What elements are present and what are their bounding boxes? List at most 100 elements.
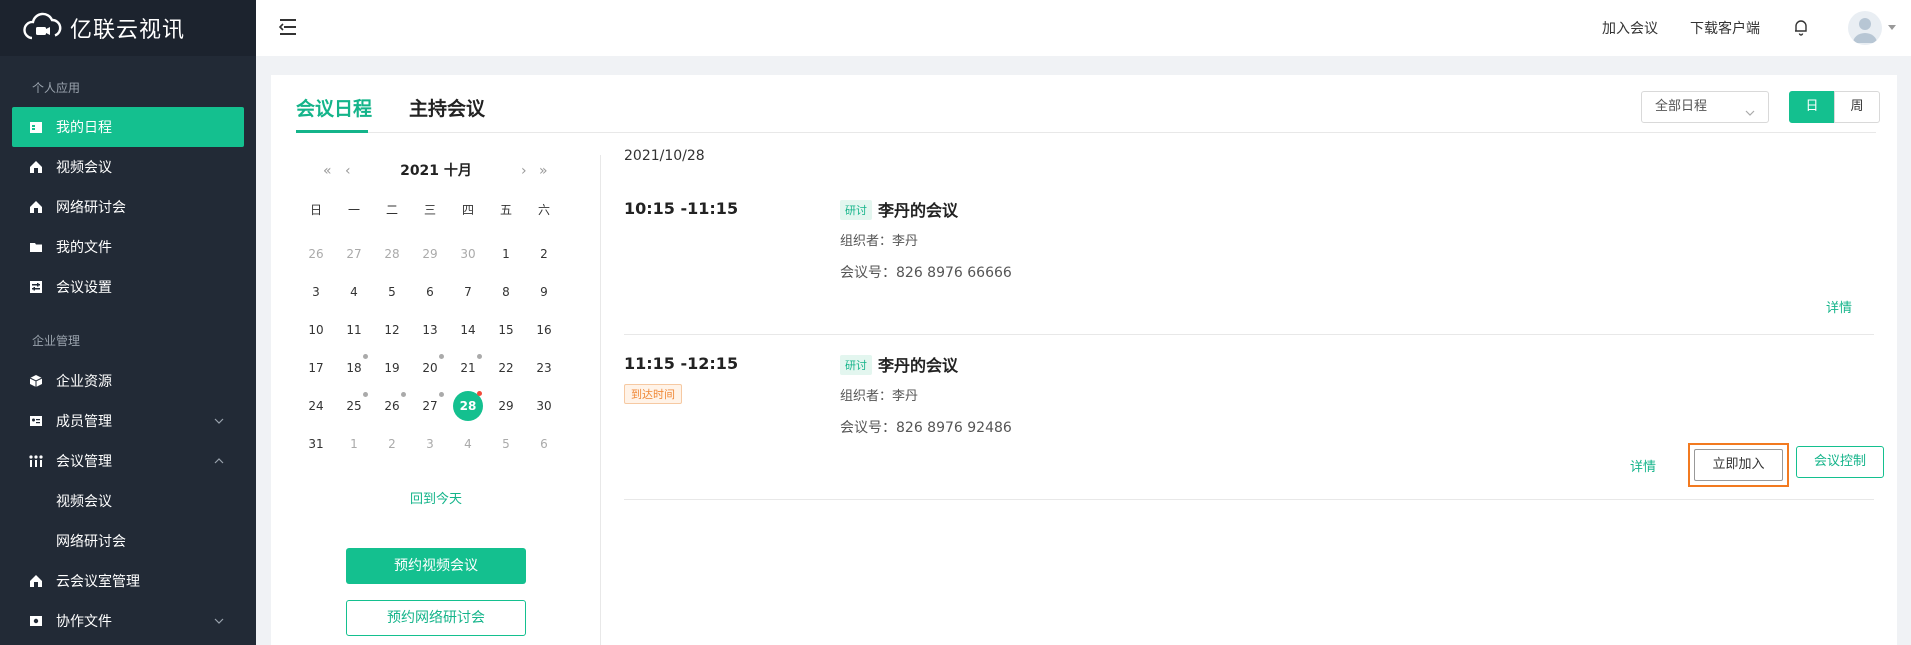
- calendar-day[interactable]: 2: [377, 429, 407, 459]
- meeting-organizer: 组织者：李丹: [840, 234, 919, 249]
- calendar-day[interactable]: 28: [377, 239, 407, 269]
- next-year-icon[interactable]: »: [539, 159, 548, 183]
- next-month-icon[interactable]: ›: [521, 159, 527, 183]
- calendar-day[interactable]: 15: [491, 315, 521, 345]
- calendar-day[interactable]: 5: [491, 429, 521, 459]
- calendar-day[interactable]: 27: [339, 239, 369, 269]
- event-dot: [401, 392, 406, 397]
- calendar-day[interactable]: 11: [339, 315, 369, 345]
- calendar-day[interactable]: 6: [415, 277, 445, 307]
- avatar[interactable]: [1848, 11, 1882, 45]
- sidebar-item-meeting-settings[interactable]: 会议设置: [0, 267, 256, 307]
- event-dot: [439, 354, 444, 359]
- event-dot: [439, 392, 444, 397]
- calendar-day-number: 29: [422, 247, 438, 261]
- meeting-detail-link[interactable]: 详情: [1630, 456, 1656, 475]
- view-day-button[interactable]: 日: [1789, 91, 1835, 123]
- calendar-day-number: 10: [308, 323, 324, 337]
- calendar-day[interactable]: 9: [529, 277, 559, 307]
- calendar-day[interactable]: 13: [415, 315, 445, 345]
- calendar-day[interactable]: 30: [529, 391, 559, 421]
- sidebar-item-label: 成员管理: [56, 414, 112, 430]
- home-icon: [28, 573, 44, 589]
- calendar-day[interactable]: 4: [453, 429, 483, 459]
- calendar-day[interactable]: 27: [415, 391, 445, 421]
- logo[interactable]: 亿联云视讯: [0, 0, 256, 56]
- back-to-today-link[interactable]: 回到今天: [351, 488, 521, 507]
- chevron-down-icon: [212, 414, 226, 428]
- tab-meeting-schedule[interactable]: 会议日程: [296, 94, 372, 121]
- calendar-day[interactable]: 3: [415, 429, 445, 459]
- calendar-day[interactable]: 1: [491, 239, 521, 269]
- download-client-link[interactable]: 下载客户端: [1690, 18, 1760, 38]
- calendar-day[interactable]: 30: [453, 239, 483, 269]
- section-enterprise: 企业管理: [32, 334, 81, 348]
- calendar-day[interactable]: 16: [529, 315, 559, 345]
- calendar-day[interactable]: 19: [377, 353, 407, 383]
- sidebar-item-my-schedule[interactable]: 我的日程: [12, 107, 244, 147]
- menu-collapse-icon[interactable]: [278, 17, 300, 37]
- calendar-day[interactable]: 10: [301, 315, 331, 345]
- sidebar-item-label: 协作文件: [56, 614, 112, 630]
- weekday-header: 四: [461, 203, 474, 217]
- calendar-day[interactable]: 12: [377, 315, 407, 345]
- calendar-day-number: 29: [498, 399, 514, 413]
- meeting-control-button[interactable]: 会议控制: [1796, 446, 1884, 478]
- people-icon: [28, 453, 44, 469]
- calendar-day[interactable]: 26: [301, 239, 331, 269]
- book-video-meeting-button[interactable]: 预约视频会议: [346, 548, 526, 584]
- sidebar-item-cloud-room-management[interactable]: 云会议室管理: [0, 561, 256, 601]
- calendar-day[interactable]: 5: [377, 277, 407, 307]
- calendar-day[interactable]: 18: [339, 353, 369, 383]
- calendar-day[interactable]: 25: [339, 391, 369, 421]
- caret-down-icon[interactable]: [1888, 25, 1896, 30]
- sidebar-subitem-webinar[interactable]: 网络研讨会: [0, 521, 256, 561]
- sidebar-item-member-management[interactable]: 成员管理: [0, 401, 256, 441]
- sidebar-subitem-video-meeting[interactable]: 视频会议: [0, 481, 256, 521]
- sidebar-item-my-files[interactable]: 我的文件: [0, 227, 256, 267]
- file-icon: [28, 613, 44, 629]
- calendar-day-number: 22: [498, 361, 514, 375]
- calendar-day[interactable]: 20: [415, 353, 445, 383]
- meeting-detail-link[interactable]: 详情: [1826, 297, 1852, 316]
- join-now-highlight: 立即加入: [1688, 443, 1789, 487]
- calendar-day-number: 28: [384, 247, 400, 261]
- chevron-down-icon: [1744, 101, 1756, 116]
- calendar-day[interactable]: 21: [453, 353, 483, 383]
- calendar-day-today[interactable]: 28: [453, 391, 483, 421]
- calendar-day[interactable]: 17: [301, 353, 331, 383]
- calendar-day[interactable]: 22: [491, 353, 521, 383]
- sidebar-item-enterprise-resources[interactable]: 企业资源: [0, 361, 256, 401]
- bell-icon[interactable]: [1791, 17, 1811, 37]
- calendar-day[interactable]: 23: [529, 353, 559, 383]
- schedule-filter-select[interactable]: 全部日程: [1641, 91, 1769, 123]
- calendar-day[interactable]: 3: [301, 277, 331, 307]
- sidebar-item-webinar[interactable]: 网络研讨会: [0, 187, 256, 227]
- sidebar-item-collab-files[interactable]: 协作文件: [0, 601, 256, 641]
- tab-host-meeting[interactable]: 主持会议: [409, 94, 485, 121]
- sidebar-item-label: 我的文件: [56, 240, 112, 256]
- calendar-day[interactable]: 6: [529, 429, 559, 459]
- calendar-day[interactable]: 4: [339, 277, 369, 307]
- calendar-day-number: 11: [346, 323, 362, 337]
- join-meeting-link[interactable]: 加入会议: [1602, 18, 1658, 38]
- home-icon: [28, 199, 44, 215]
- calendar-day[interactable]: 24: [301, 391, 331, 421]
- calendar-day[interactable]: 26: [377, 391, 407, 421]
- view-week-button[interactable]: 周: [1834, 91, 1880, 123]
- calendar-day[interactable]: 31: [301, 429, 331, 459]
- calendar-day[interactable]: 7: [453, 277, 483, 307]
- book-webinar-button[interactable]: 预约网络研讨会: [346, 600, 526, 636]
- column-divider: [600, 155, 601, 645]
- meeting-title: 李丹的会议: [878, 201, 959, 220]
- calendar-day[interactable]: 1: [339, 429, 369, 459]
- sidebar-item-meeting-management[interactable]: 会议管理: [0, 441, 256, 481]
- event-dot: [477, 354, 482, 359]
- calendar-day[interactable]: 29: [491, 391, 521, 421]
- sidebar-item-video-meeting[interactable]: 视频会议: [0, 147, 256, 187]
- calendar-day[interactable]: 29: [415, 239, 445, 269]
- calendar-day[interactable]: 14: [453, 315, 483, 345]
- join-now-button[interactable]: 立即加入: [1694, 449, 1783, 481]
- calendar-day[interactable]: 8: [491, 277, 521, 307]
- calendar-day[interactable]: 2: [529, 239, 559, 269]
